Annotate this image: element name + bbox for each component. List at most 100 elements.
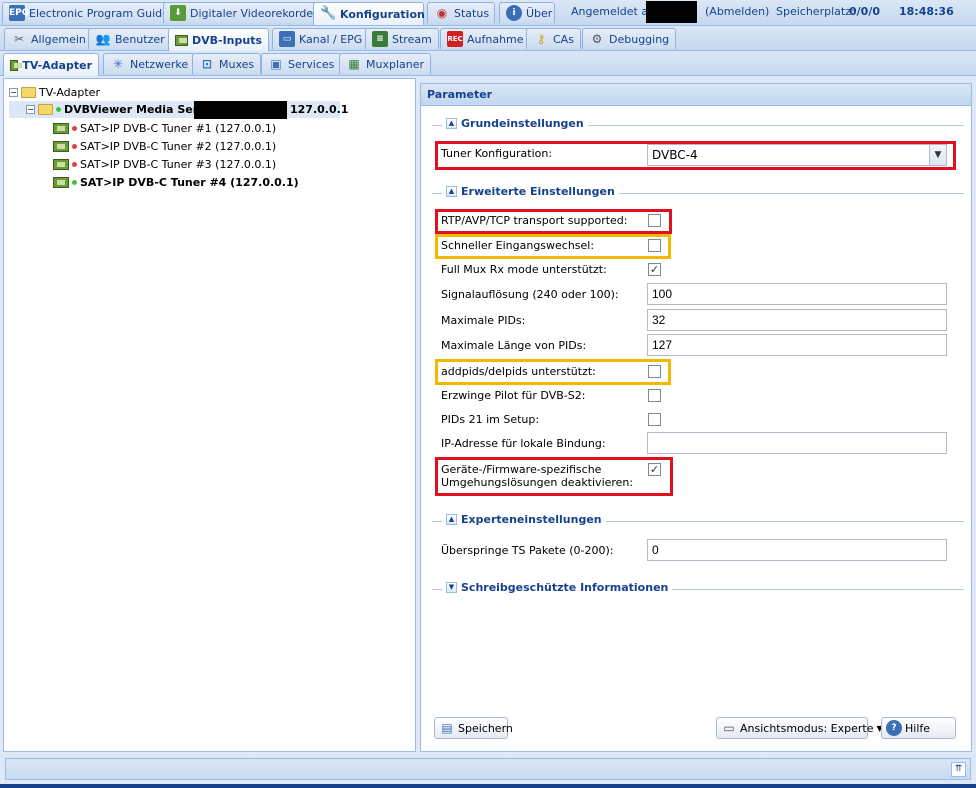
tab-tv-adapter[interactable]: TV-Adapter <box>3 53 99 76</box>
storage-value: 0/0/0 <box>849 5 880 18</box>
tab-services[interactable]: ▣ Services <box>261 53 342 74</box>
wrench-icon: 🔧 <box>320 6 337 21</box>
basic-settings-legend[interactable]: ▲ Grundeinstellungen <box>442 117 588 130</box>
tree-tuner-selected[interactable]: SAT>IP DVB-C Tuner #4 (127.0.0.1) <box>53 174 299 190</box>
save-button[interactable]: ▤ Speichern <box>434 717 513 739</box>
tv-icon: ▣ <box>270 57 282 71</box>
fullmux-label: Full Mux Rx mode unterstützt: <box>441 263 607 276</box>
tab-debugging[interactable]: ⚙ Debugging <box>582 28 677 49</box>
expert-settings-legend[interactable]: ▲ Experteneinstellungen <box>442 513 606 526</box>
server-ip: 127.0.0.1 <box>290 103 349 116</box>
bottom-status-bar <box>5 758 971 780</box>
tab-about[interactable]: i Über <box>499 2 555 23</box>
pilot-checkbox[interactable] <box>648 389 661 402</box>
skip-ts-input[interactable] <box>647 539 947 561</box>
tv-icon: ▭ <box>279 31 295 47</box>
users-icon: 👥 <box>95 32 111 46</box>
collapse-icon[interactable]: − <box>26 104 35 114</box>
logged-in-label: Angemeldet als <box>571 5 657 18</box>
status-dot-icon <box>72 125 77 131</box>
highlight-yellow <box>435 234 671 259</box>
tree-tuner[interactable]: SAT>IP DVB-C Tuner #3 (127.0.0.1) <box>53 156 276 172</box>
collapse-arrow-icon[interactable]: ▲ <box>446 118 457 129</box>
tab-kanal-epg[interactable]: ▭ Kanal / EPG <box>272 28 370 49</box>
view-mode-button[interactable]: ▭ Ansichtsmodus: Experte ▼ <box>716 717 883 739</box>
antenna-icon: ✳ <box>112 57 124 71</box>
tab-video-recorder[interactable]: ⬇ Digitaler Videorekorder <box>163 2 325 23</box>
bug-icon: ⚙ <box>591 32 603 46</box>
epg-icon: EPG <box>9 5 29 21</box>
view-icon: ▭ <box>723 721 735 735</box>
maxpids-input[interactable] <box>647 309 947 331</box>
tuner-icon <box>175 34 188 46</box>
stream-icon: ≡ <box>372 31 388 47</box>
skip-ts-label: Überspringe TS Pakete (0-200): <box>441 544 614 557</box>
highlight-red <box>435 141 956 170</box>
tree-server[interactable]: − DVBViewer Media Server <box>26 101 218 117</box>
collapse-icon[interactable]: − <box>9 87 18 97</box>
status-dot-icon <box>56 106 61 112</box>
pilot-label: Erzwinge Pilot für DVB-S2: <box>441 389 586 402</box>
tuner-icon <box>53 176 69 188</box>
rec-icon: REC <box>447 31 463 47</box>
storage-label: Speicherplatz: <box>776 5 855 18</box>
collapse-arrow-icon[interactable]: ▲ <box>446 186 457 197</box>
folder-icon <box>21 86 36 98</box>
tuner-icon <box>10 59 23 71</box>
tab-benutzer[interactable]: 👥 Benutzer <box>88 28 172 49</box>
save-icon: ▤ <box>441 721 453 735</box>
ip-label: IP-Adresse für lokale Bindung: <box>441 437 606 450</box>
tuner-icon <box>53 158 69 170</box>
collapse-arrow-icon[interactable]: ▲ <box>446 514 457 525</box>
tuner-icon <box>53 122 69 134</box>
maxlen-label: Maximale Länge von PIDs: <box>441 339 587 352</box>
advanced-settings-legend[interactable]: ▲ Erweiterte Einstellungen <box>442 185 619 198</box>
tab-status[interactable]: ◉ Status <box>427 2 495 23</box>
config-tab-bar: ✂ Allgemein 👥 Benutzer DVB-Inputs ▭ Kana… <box>0 26 976 51</box>
status-dot-icon <box>72 143 77 149</box>
tree-root[interactable]: − TV-Adapter <box>9 84 100 100</box>
readonly-info-legend[interactable]: ▼ Schreibgeschützte Informationen <box>442 581 673 594</box>
folder-icon <box>38 103 53 115</box>
pids21-checkbox[interactable] <box>648 413 661 426</box>
eye-icon: ◉ <box>436 6 448 20</box>
pids21-label: PIDs 21 im Setup: <box>441 413 540 426</box>
parameter-panel-title: Parameter <box>421 84 971 106</box>
signal-label: Signalauflösung (240 oder 100): <box>441 288 619 301</box>
ip-input[interactable] <box>647 432 947 454</box>
tab-cas[interactable]: ⚷ CAs <box>526 28 581 49</box>
scroll-top-icon[interactable]: ⇈ <box>951 762 966 777</box>
help-button[interactable]: ? Hilfe <box>881 717 956 739</box>
redacted-server <box>194 101 287 119</box>
highlight-red <box>435 457 673 496</box>
calendar-icon: ▦ <box>348 57 360 71</box>
help-icon: ? <box>886 720 902 736</box>
tree-tuner[interactable]: SAT>IP DVB-C Tuner #2 (127.0.0.1) <box>53 138 276 154</box>
tab-muxes[interactable]: ⊡ Muxes <box>192 53 262 74</box>
key-icon: ⚷ <box>536 32 546 46</box>
tab-epg[interactable]: EPG Electronic Program Guide <box>2 2 176 23</box>
redacted-username <box>646 1 697 23</box>
fullmux-checkbox[interactable]: ✓ <box>648 263 661 276</box>
highlight-yellow <box>435 359 671 385</box>
satellite-icon: ⊡ <box>201 57 213 71</box>
tab-dvb-inputs[interactable]: DVB-Inputs <box>168 28 269 51</box>
tab-netzwerke[interactable]: ✳ Netzwerke <box>103 53 196 74</box>
status-dot-icon <box>72 179 77 185</box>
tab-muxplaner[interactable]: ▦ Muxplaner <box>339 53 432 74</box>
maxpids-label: Maximale PIDs: <box>441 314 526 327</box>
signal-input[interactable] <box>647 283 947 305</box>
logout-link[interactable]: (Abmelden) <box>705 5 769 18</box>
dvb-tab-bar: TV-Adapter ✳ Netzwerke ⊡ Muxes ▣ Service… <box>0 51 976 76</box>
info-icon: i <box>506 5 522 21</box>
readonly-info-fieldset: ▼ Schreibgeschützte Informationen <box>432 581 964 599</box>
tab-allgemein[interactable]: ✂ Allgemein <box>4 28 93 49</box>
maxlen-input[interactable] <box>647 334 947 356</box>
bottom-border <box>0 784 976 788</box>
tab-aufnahme[interactable]: REC Aufnahme <box>440 28 531 49</box>
tab-configuration[interactable]: 🔧 Konfiguration <box>313 2 425 25</box>
highlight-red <box>435 209 672 234</box>
tab-stream[interactable]: ≡ Stream <box>365 28 439 49</box>
expand-arrow-icon[interactable]: ▼ <box>446 582 457 593</box>
tree-tuner[interactable]: SAT>IP DVB-C Tuner #1 (127.0.0.1) <box>53 120 276 136</box>
